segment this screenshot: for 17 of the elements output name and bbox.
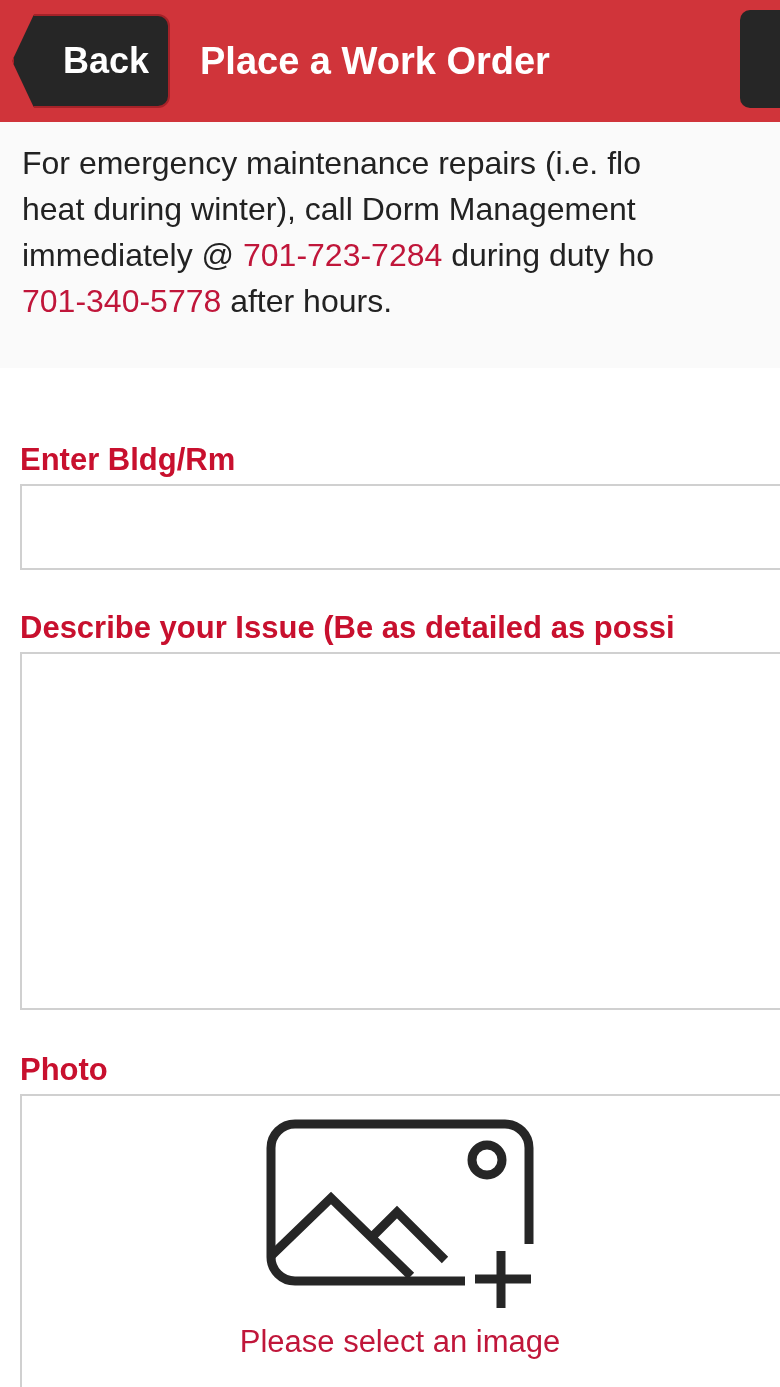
field-label: Photo (20, 1051, 109, 1089)
notice-text: heat during winter), call Dorm Management (22, 191, 636, 227)
notice-text: after hours. (229, 283, 393, 319)
notice-text: immediately @ (22, 237, 236, 273)
phone-link[interactable]: 701-723-7284 (243, 237, 443, 273)
page-title: Place a Work Order (200, 38, 550, 84)
input-field[interactable] (20, 484, 780, 570)
description-field[interactable] (20, 652, 780, 1010)
notice-text: during duty ho (450, 237, 654, 273)
field-label: Enter Bldg/Rm (20, 441, 237, 479)
notice-text: For emergency maintenance repairs (i.e. flo (22, 145, 641, 181)
field-label: Describe your Issue (Be as detailed as possi (20, 609, 676, 647)
add-image-icon (265, 1118, 535, 1310)
back-button[interactable]: Back (12, 14, 170, 108)
photo-picker[interactable]: Please select an image (20, 1094, 780, 1387)
phone-link[interactable]: 701-340-5778 (22, 283, 222, 319)
photo-hint: Please select an image (239, 1324, 561, 1360)
